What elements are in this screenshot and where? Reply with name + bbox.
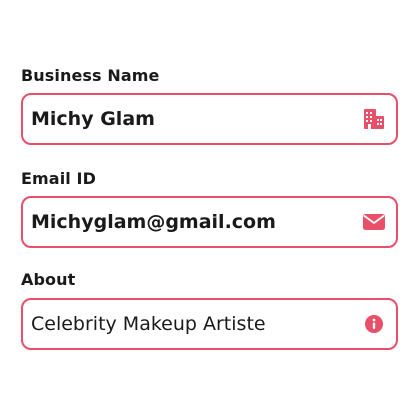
envelope-icon bbox=[362, 210, 386, 234]
about-field[interactable]: Celebrity Makeup Artiste bbox=[21, 298, 398, 350]
building-icon bbox=[362, 107, 386, 131]
email-value[interactable]: Michyglam@gmail.com bbox=[23, 210, 362, 234]
email-label: Email ID bbox=[21, 169, 96, 188]
about-value[interactable]: Celebrity Makeup Artiste bbox=[23, 312, 362, 336]
about-label: About bbox=[21, 270, 76, 289]
business-name-value[interactable]: Michy Glam bbox=[23, 107, 362, 131]
info-icon bbox=[362, 312, 386, 336]
business-name-field[interactable]: Michy Glam bbox=[21, 93, 398, 145]
business-name-label: Business Name bbox=[21, 66, 160, 85]
email-field[interactable]: Michyglam@gmail.com bbox=[21, 196, 398, 248]
